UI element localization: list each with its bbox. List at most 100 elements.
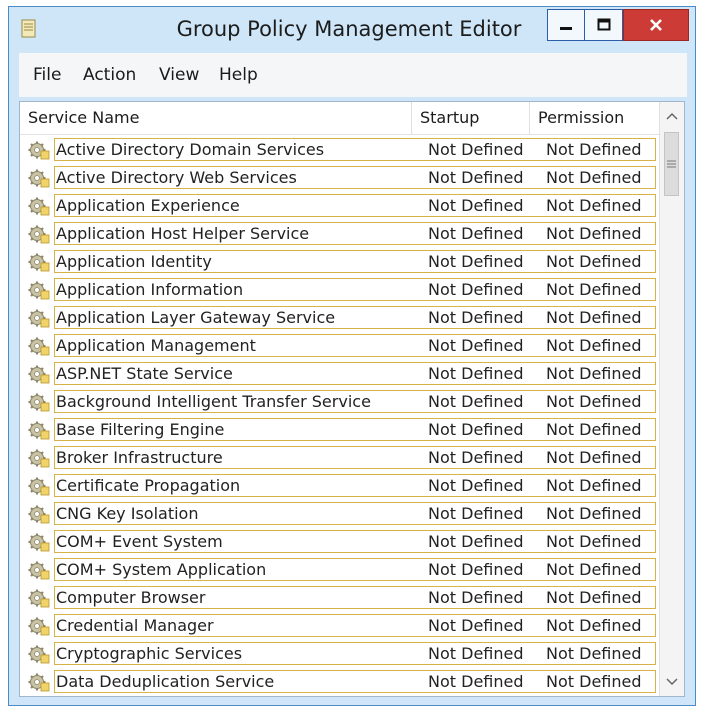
startup-cell: Not Defined (428, 196, 524, 215)
table-row[interactable]: Application Layer Gateway Service Not Def… (28, 306, 658, 330)
service-name-cell: Certificate Propagation (56, 476, 241, 495)
gear-icon (28, 168, 50, 188)
service-name-cell: Computer Browser (56, 588, 206, 607)
table-row[interactable]: Application Identity Not Defined Not Defin… (28, 250, 658, 274)
startup-cell: Not Defined (428, 252, 524, 271)
table-row[interactable]: Computer Browser Not Defined Not Defined (28, 586, 658, 610)
menu-action[interactable]: Action (83, 65, 136, 85)
permission-cell: Not Defined (546, 448, 642, 467)
table-row[interactable]: Background Intelligent Transfer Service N… (28, 390, 658, 414)
startup-cell: Not Defined (428, 336, 524, 355)
gear-icon (28, 504, 50, 524)
vertical-scrollbar[interactable] (659, 102, 684, 696)
app-icon (21, 19, 36, 38)
gear-icon (28, 588, 50, 608)
permission-cell: Not Defined (546, 196, 642, 215)
app-window: Group Policy Management Editor File Acti… (8, 6, 696, 706)
close-button[interactable] (623, 9, 689, 41)
permission-cell: Not Defined (546, 672, 642, 691)
service-name-cell: ASP.NET State Service (56, 364, 233, 383)
minimize-icon (560, 27, 572, 30)
table-row[interactable]: Application Information Not Defined Not De… (28, 278, 658, 302)
table-row[interactable]: Application Management Not Defined Not Def… (28, 334, 658, 358)
service-name-cell: Broker Infrastructure (56, 448, 223, 467)
title-bar[interactable]: Group Policy Management Editor (9, 7, 695, 53)
table-row[interactable]: Application Experience Not Defined Not Def… (28, 194, 658, 218)
startup-cell: Not Defined (428, 280, 524, 299)
startup-cell: Not Defined (428, 420, 524, 439)
gear-icon (28, 336, 50, 356)
table-row[interactable]: COM+ System Application Not Defined Not De… (28, 558, 658, 582)
permission-cell: Not Defined (546, 616, 642, 635)
startup-cell: Not Defined (428, 532, 524, 551)
permission-cell: Not Defined (546, 420, 642, 439)
gear-icon (28, 532, 50, 552)
service-name-cell: Application Management (56, 336, 256, 355)
table-row[interactable]: Cryptographic Services Not Defined Not Def… (28, 642, 658, 666)
service-name-cell: COM+ System Application (56, 560, 267, 579)
chevron-up-icon (666, 112, 678, 120)
minimize-button[interactable] (547, 9, 585, 41)
startup-cell: Not Defined (428, 616, 524, 635)
table-row[interactable]: ASP.NET State Service Not Defined Not Defi… (28, 362, 658, 386)
menu-view[interactable]: View (159, 65, 199, 85)
table-row[interactable]: Credential Manager Not Defined Not Defined (28, 614, 658, 638)
table-row[interactable]: Active Directory Domain Services Not Defi… (28, 138, 658, 162)
service-name-cell: Cryptographic Services (56, 644, 243, 663)
startup-cell: Not Defined (428, 168, 524, 187)
startup-cell: Not Defined (428, 308, 524, 327)
column-header-service-name[interactable]: Service Name (20, 102, 412, 134)
permission-cell: Not Defined (546, 392, 642, 411)
startup-cell: Not Defined (428, 392, 524, 411)
table-row[interactable]: Base Filtering Engine Not Defined Not Defi… (28, 418, 658, 442)
permission-cell: Not Defined (546, 280, 642, 299)
startup-cell: Not Defined (428, 560, 524, 579)
table-row[interactable]: Broker Infrastructure Not Defined Not Defi… (28, 446, 658, 470)
table-row[interactable]: Data Deduplication Service Not Defined Not… (28, 670, 658, 694)
gear-icon (28, 448, 50, 468)
table-row[interactable]: COM+ Event System Not Defined Not Defined (28, 530, 658, 554)
gear-icon (28, 196, 50, 216)
menu-help[interactable]: Help (219, 65, 258, 85)
permission-cell: Not Defined (546, 168, 642, 187)
gear-icon (28, 252, 50, 272)
permission-cell: Not Defined (546, 532, 642, 551)
startup-cell: Not Defined (428, 364, 524, 383)
service-name-cell: Active Directory Web Services (56, 168, 297, 187)
permission-cell: Not Defined (546, 504, 642, 523)
startup-cell: Not Defined (428, 672, 524, 691)
startup-cell: Not Defined (428, 476, 524, 495)
table-row[interactable]: Application Host Helper Service Not Defin… (28, 222, 658, 246)
table-row[interactable]: Certificate Propagation Not Defined Not De… (28, 474, 658, 498)
scroll-thumb[interactable] (664, 132, 679, 196)
maximize-button[interactable] (585, 9, 623, 41)
service-name-cell: CNG Key Isolation (56, 504, 199, 523)
startup-cell: Not Defined (428, 504, 524, 523)
permission-cell: Not Defined (546, 476, 642, 495)
column-header-startup[interactable]: Startup (412, 102, 530, 134)
gear-icon (28, 392, 50, 412)
startup-cell: Not Defined (428, 644, 524, 663)
gear-icon (28, 420, 50, 440)
scroll-down-button[interactable] (660, 672, 684, 692)
gear-icon (28, 280, 50, 300)
service-name-cell: Active Directory Domain Services (56, 140, 325, 159)
service-name-cell: Application Information (56, 280, 244, 299)
services-list[interactable]: Service Name Startup Permission Active D… (19, 101, 685, 697)
window-title: Group Policy Management Editor (176, 17, 522, 41)
gear-icon (28, 644, 50, 664)
table-row[interactable]: CNG Key Isolation Not Defined Not Defined (28, 502, 658, 526)
menu-bar: File Action View Help (19, 53, 687, 97)
service-name-cell: Application Host Helper Service (56, 224, 310, 243)
grip-icon (667, 160, 676, 168)
table-row[interactable]: Active Directory Web Services Not Defined… (28, 166, 658, 190)
menu-file[interactable]: File (33, 65, 61, 85)
gear-icon (28, 672, 50, 692)
column-header-permission[interactable]: Permission (530, 102, 660, 134)
service-name-cell: Application Layer Gateway Service (56, 308, 336, 327)
service-name-cell: Application Identity (56, 252, 212, 271)
startup-cell: Not Defined (428, 588, 524, 607)
scroll-up-button[interactable] (660, 106, 684, 126)
gear-icon (28, 140, 50, 160)
close-icon (650, 19, 662, 31)
